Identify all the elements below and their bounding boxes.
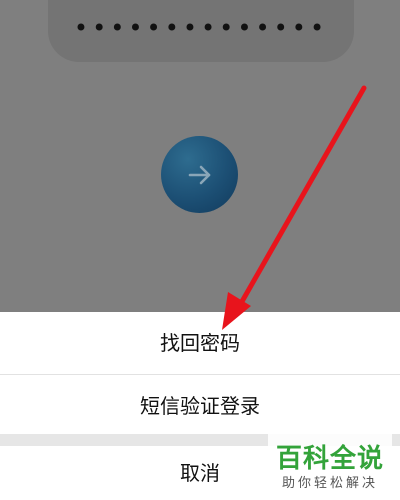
watermark: 百科全说 助你轻松解决: [268, 434, 392, 496]
watermark-title: 百科全说: [275, 444, 384, 474]
login-button[interactable]: [161, 136, 238, 213]
recover-password-option[interactable]: 找回密码: [0, 312, 400, 374]
arrow-right-icon: [188, 165, 211, 185]
password-mask: ••••••••••••••: [73, 14, 329, 42]
sms-login-option[interactable]: 短信验证登录: [0, 375, 400, 437]
password-input[interactable]: ••••••••••••••: [48, 0, 354, 62]
login-screen-backdrop: ••••••••••••••: [0, 0, 400, 312]
watermark-subtitle: 助你轻松解决: [281, 476, 378, 491]
